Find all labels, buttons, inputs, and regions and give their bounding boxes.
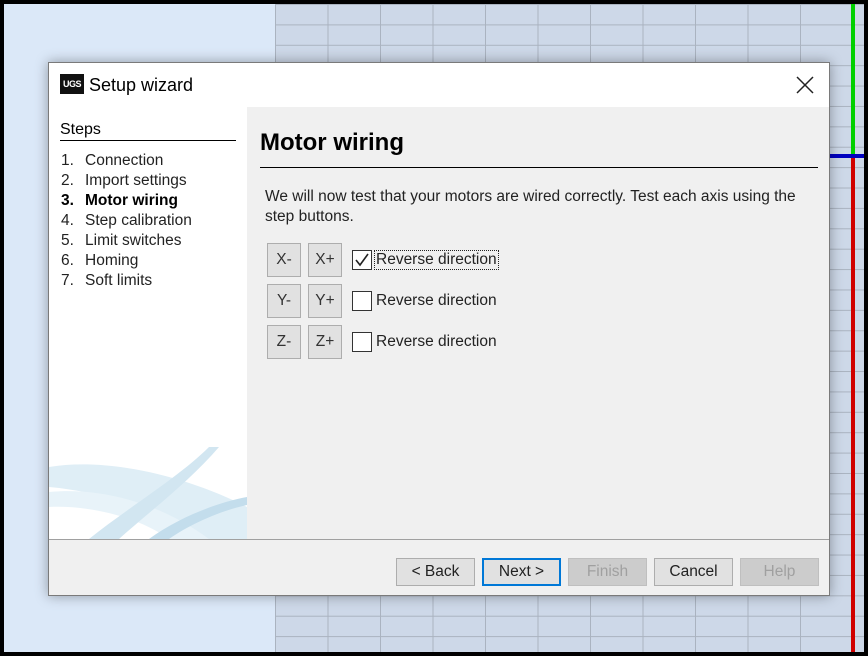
y-axis-line	[851, 4, 855, 156]
window-title: Setup wizard	[89, 75, 194, 95]
x-minus-button[interactable]: X-	[267, 243, 301, 277]
step-item-import-settings: 2. Import settings	[61, 172, 187, 189]
ugs-logo: UGS	[60, 74, 84, 94]
checkbox-box[interactable]	[352, 291, 372, 311]
steps-list: 1. Connection 2. Import settings 3. Motor w…	[61, 151, 192, 291]
x-reverse-label: Reverse direction	[374, 250, 499, 270]
y-reverse-checkbox[interactable]: Reverse direction	[352, 291, 498, 311]
title-divider	[260, 167, 818, 168]
z-axis-line	[851, 156, 855, 652]
steps-heading: Steps	[60, 121, 236, 141]
checkbox-box[interactable]	[352, 250, 372, 270]
y-minus-button[interactable]: Y-	[267, 284, 301, 318]
y-plus-button[interactable]: Y+	[308, 284, 342, 318]
z-reverse-checkbox[interactable]: Reverse direction	[352, 332, 498, 352]
step-item-motor-wiring: 3. Motor wiring	[61, 192, 178, 209]
help-button[interactable]: Help	[740, 558, 819, 586]
x-plus-button[interactable]: X+	[308, 243, 342, 277]
title-bar: UGS Setup wizard	[49, 63, 829, 107]
step-item-connection: 1. Connection	[61, 152, 164, 169]
intro-text: We will now test that your motors are wi…	[265, 188, 796, 225]
close-button[interactable]	[791, 71, 819, 99]
z-plus-button[interactable]: Z+	[308, 325, 342, 359]
step-item-step-calibration: 4. Step calibration	[61, 212, 192, 229]
y-reverse-label: Reverse direction	[376, 292, 497, 309]
setup-wizard-dialog: UGS Setup wizard Steps 1. Connection 2. Im…	[48, 62, 830, 596]
steps-sidebar: Steps 1. Connection 2. Import settings 3. M…	[49, 107, 247, 539]
x-axis-line	[830, 154, 864, 158]
y-axis-row: Y- Y+ Reverse direction	[267, 284, 498, 318]
next-button[interactable]: Next >	[482, 558, 561, 586]
close-icon	[796, 76, 814, 94]
step-item-soft-limits: 7. Soft limits	[61, 272, 153, 289]
finish-button[interactable]: Finish	[568, 558, 647, 586]
x-reverse-checkbox[interactable]: Reverse direction	[352, 250, 499, 270]
button-bar: < Back Next > Finish Cancel Help	[49, 540, 829, 595]
decorative-swoosh	[49, 447, 247, 539]
checkmark-icon	[355, 253, 369, 267]
step-item-limit-switches: 5. Limit switches	[61, 232, 182, 249]
step-item-homing: 6. Homing	[61, 252, 139, 269]
z-reverse-label: Reverse direction	[376, 333, 497, 350]
z-minus-button[interactable]: Z-	[267, 325, 301, 359]
z-axis-row: Z- Z+ Reverse direction	[267, 325, 498, 359]
checkbox-box[interactable]	[352, 332, 372, 352]
page-title: Motor wiring	[260, 129, 404, 156]
cancel-button[interactable]: Cancel	[654, 558, 733, 586]
x-axis-row: X- X+ Reverse direction	[267, 243, 499, 277]
wizard-content: Motor wiring We will now test that your …	[247, 107, 829, 539]
back-button[interactable]: < Back	[396, 558, 475, 586]
